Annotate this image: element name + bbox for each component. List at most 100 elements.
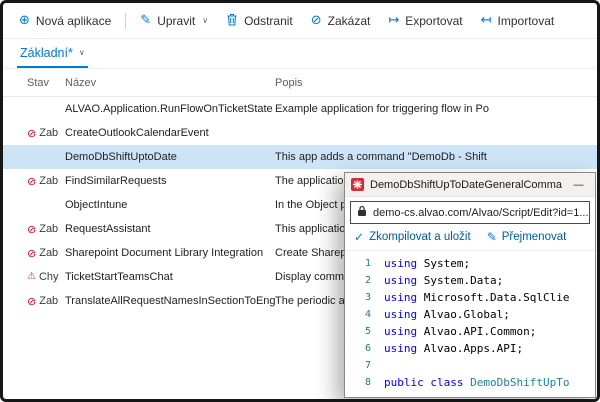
code-editor[interactable]: 1 using System; 2 using System.Data; 3 usin… <box>345 251 595 397</box>
table-row[interactable]: ALVAO.Application.RunFlowOnTicketState E… <box>3 97 597 121</box>
app-name: Sharepoint Document Library Integration <box>65 247 264 259</box>
compile-save-button[interactable]: ✓ Zkompilovat a uložit <box>354 231 471 243</box>
line-number: 4 <box>364 309 371 320</box>
status-cell: ⚠ Chy <box>27 271 65 283</box>
line-number: 8 <box>364 377 371 388</box>
lock-icon <box>357 205 367 220</box>
app-name: TranslateAllRequestNamesInSectionToEng <box>65 295 275 307</box>
line-number: 5 <box>364 326 371 337</box>
line-number: 6 <box>364 343 371 354</box>
app-name: FindSimilarRequests <box>65 175 167 187</box>
code-line: 7 <box>345 357 595 374</box>
edit-button[interactable]: ✎ Upravit ∨ <box>132 8 216 34</box>
status-label: Zab <box>39 295 59 307</box>
export-label: Exportovat <box>405 13 463 28</box>
column-nazev[interactable]: Název <box>65 77 275 89</box>
toolbar-divider <box>125 12 127 29</box>
blocked-icon: ⊘ <box>27 175 37 187</box>
alvao-app-icon <box>351 178 364 191</box>
status-cell: ⊘ Zab <box>27 175 65 187</box>
blocked-icon: ⊘ <box>27 127 37 139</box>
status-label: Zab <box>39 247 59 259</box>
minimize-button[interactable]: — <box>568 178 589 191</box>
code-text: System; <box>417 257 471 270</box>
status-label: Zab <box>39 223 59 235</box>
code-line: 2 using System.Data; <box>345 272 595 289</box>
disable-button[interactable]: ⊘ Zakázat <box>303 8 379 34</box>
editor-command-bar: ✓ Zkompilovat a uložit ✎ Přejmenovat <box>345 224 595 251</box>
pencil-icon: ✎ <box>140 13 152 28</box>
pencil-icon: ✎ <box>486 230 497 244</box>
trash-icon <box>226 13 238 28</box>
code-keyword: using <box>384 342 418 355</box>
blocked-icon: ⊘ <box>27 295 37 307</box>
code-line: 1 using System; <box>345 255 595 272</box>
app-name: RequestAssistant <box>65 223 151 235</box>
status-label: Zab <box>39 127 59 139</box>
code-keyword: using <box>384 308 418 321</box>
code-text: Microsoft.Data.SqlClie <box>417 291 570 304</box>
code-keyword: using <box>384 257 418 270</box>
line-number: 1 <box>364 258 371 269</box>
import-label: Importovat <box>497 13 555 28</box>
code-keyword: using <box>384 274 418 287</box>
column-stav[interactable]: Stav <box>27 77 65 89</box>
status-cell: ⊘ Zab <box>27 223 65 235</box>
table-row-selected[interactable]: DemoDbShiftUptoDate This app adds a comm… <box>3 145 597 169</box>
code-text: Alvao.API.Common; <box>417 325 537 338</box>
app-name: TicketStartTeamsChat <box>65 271 173 283</box>
status-cell: ⊘ Zab <box>27 127 65 139</box>
table-row[interactable]: ⊘ Zab CreateOutlookCalendarEvent <box>3 121 597 145</box>
delete-button[interactable]: Odstranit <box>218 7 301 34</box>
popup-titlebar[interactable]: DemoDbShiftUpToDateGeneralCommand... — <box>345 173 595 197</box>
status-label: Zab <box>39 175 59 187</box>
new-application-label: Nová aplikace <box>35 13 112 28</box>
app-name: ALVAO.Application.RunFlowOnTicketState <box>65 103 273 115</box>
code-text: System.Data; <box>417 274 504 287</box>
code-keyword: using <box>384 325 418 338</box>
add-icon: ⊕ <box>19 13 30 28</box>
app-name: DemoDbShiftUptoDate <box>65 151 177 163</box>
delete-label: Odstranit <box>244 13 293 28</box>
tab-bar: Základní* ∨ <box>3 39 597 69</box>
line-number: 3 <box>364 292 371 303</box>
rename-button[interactable]: ✎ Přejmenovat <box>487 231 567 243</box>
code-line: 8 public class DemoDbShiftUpTo <box>345 374 595 391</box>
code-text: Alvao.Apps.API; <box>417 342 524 355</box>
code-line: 4 using Alvao.Global; <box>345 306 595 323</box>
chevron-down-icon: ∨ <box>78 48 85 57</box>
line-number: 7 <box>364 360 371 371</box>
address-bar[interactable]: demo-cs.alvao.com/Alvao/Script/Edit?id=1… <box>350 201 590 224</box>
status-cell: ⊘ Zab <box>27 295 65 307</box>
check-icon: ✓ <box>354 230 365 244</box>
tab-zakladni[interactable]: Základní* ∨ <box>17 39 88 68</box>
code-class-name: DemoDbShiftUpTo <box>463 376 570 389</box>
disable-label: Zakázat <box>327 13 371 28</box>
chevron-down-icon: ∨ <box>202 16 209 25</box>
column-popis[interactable]: Popis <box>275 77 597 89</box>
compile-save-label: Zkompilovat a uložit <box>369 231 471 243</box>
blocked-icon: ⊘ <box>27 247 37 259</box>
code-line: 3 using Microsoft.Data.SqlClie <box>345 289 595 306</box>
code-line: 6 using Alvao.Apps.API; <box>345 340 595 357</box>
app-window: ⊕ Nová aplikace ✎ Upravit ∨ Odstranit ⊘ … <box>0 0 600 402</box>
rename-label: Přejmenovat <box>501 231 567 243</box>
code-line: 5 using Alvao.API.Common; <box>345 323 595 340</box>
app-description: Example application for triggering flow … <box>275 103 490 115</box>
tab-label: Základní* <box>20 45 73 60</box>
status-label: Chy <box>38 271 59 283</box>
blocked-icon: ⊘ <box>27 223 37 235</box>
code-keyword: using <box>384 291 418 304</box>
new-application-button[interactable]: ⊕ Nová aplikace <box>11 8 119 34</box>
status-cell: ⊘ Zab <box>27 247 65 259</box>
address-url: demo-cs.alvao.com/Alvao/Script/Edit?id=1… <box>373 206 589 219</box>
block-icon: ⊘ <box>310 13 322 28</box>
export-button[interactable]: ↦ Exportovat <box>380 8 470 34</box>
popup-title: DemoDbShiftUpToDateGeneralCommand... <box>370 178 562 191</box>
table-header: Stav Název Popis <box>3 69 597 97</box>
line-number: 2 <box>364 275 371 286</box>
export-icon: ↦ <box>388 13 400 28</box>
import-button[interactable]: ↤ Importovat <box>473 8 563 34</box>
code-text: Alvao.Global; <box>417 308 510 321</box>
import-icon: ↤ <box>480 13 492 28</box>
